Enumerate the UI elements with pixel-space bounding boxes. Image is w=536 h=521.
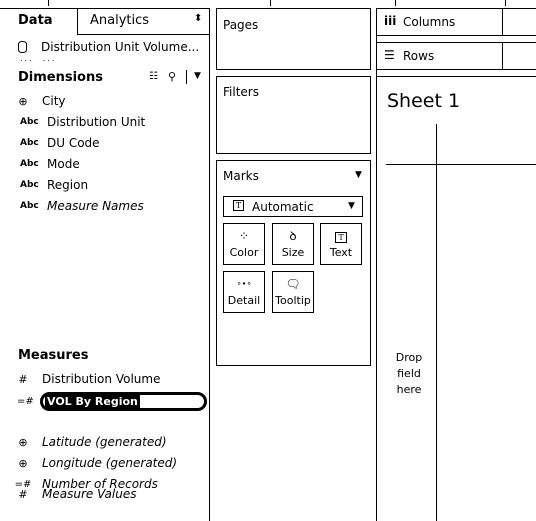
datasource-item[interactable]: Distribution Unit Volume...	[18, 40, 199, 54]
dimension-mode[interactable]: Abc Mode	[0, 154, 208, 174]
text-icon: T	[321, 224, 361, 246]
rename-field-input[interactable]: VOL By Region	[40, 391, 207, 411]
field-label: Measure Values	[42, 487, 137, 501]
divider	[505, 0, 506, 6]
columns-icon: iii	[384, 14, 397, 28]
ellipsis-divider: ... ...	[20, 54, 57, 63]
color-button[interactable]: ⁘ Color	[223, 223, 265, 265]
dimension-du-code[interactable]: Abc DU Code	[0, 133, 208, 153]
pages-card[interactable]: Pages	[216, 8, 371, 70]
filters-card[interactable]: Filters	[216, 76, 371, 154]
divider	[270, 0, 271, 6]
sheet-title[interactable]: Sheet 1	[387, 90, 460, 112]
dimension-measure-names[interactable]: Abc Measure Names	[0, 196, 208, 216]
measure-latitude[interactable]: ⊕ Latitude (generated)	[0, 432, 208, 452]
view-axis-line	[436, 124, 437, 521]
columns-shelf[interactable]: iii Columns	[376, 8, 536, 36]
globe-icon: ⊕	[18, 456, 28, 470]
field-label: Mode	[47, 157, 80, 171]
rows-label: Rows	[403, 49, 435, 63]
dimension-distribution-unit[interactable]: Abc Distribution Unit	[0, 112, 208, 132]
divider	[502, 9, 503, 35]
datasource-name: Distribution Unit Volume...	[41, 40, 200, 54]
string-type-icon: Abc	[20, 138, 39, 148]
field-label: Latitude (generated)	[42, 435, 167, 449]
tooltip-icon: 🗨	[285, 277, 301, 291]
search-icon[interactable]: ⚲	[168, 70, 176, 83]
measure-distribution-volume[interactable]: # Distribution Volume	[0, 369, 208, 389]
field-label: City	[42, 94, 66, 108]
size-button[interactable]: ꝺ Size	[272, 223, 314, 265]
data-pane-border[interactable]	[209, 8, 210, 521]
rows-icon: ☰	[384, 48, 395, 62]
database-icon	[18, 41, 27, 53]
measure-longitude[interactable]: ⊕ Longitude (generated)	[0, 453, 208, 473]
divider	[376, 8, 377, 521]
marks-title: Marks	[223, 169, 259, 183]
view-list-icon[interactable]: ☷	[149, 71, 158, 82]
filters-title: Filters	[223, 85, 259, 99]
tab-analytics[interactable]: Analytics ⬍	[77, 8, 209, 35]
text-label: Text	[329, 246, 353, 259]
measure-measure-values[interactable]: # Measure Values	[0, 484, 208, 504]
calculated-number-icon: =#	[17, 395, 34, 407]
divider	[186, 70, 187, 84]
divider	[48, 0, 49, 6]
divider	[395, 0, 396, 6]
divider	[502, 43, 503, 69]
measures-header: Measures	[18, 348, 89, 363]
sort-arrows-icon: ⬍	[194, 13, 203, 24]
pages-title: Pages	[223, 18, 259, 32]
field-label: DU Code	[47, 136, 100, 150]
globe-icon: ⊕	[18, 94, 28, 108]
tab-analytics-label: Analytics	[90, 13, 150, 28]
color-label: Color	[229, 246, 259, 259]
divider	[376, 76, 536, 77]
detail-button[interactable]: ∘∙∘ Detail	[223, 271, 265, 313]
view-axis-line	[386, 164, 536, 165]
string-type-icon: Abc	[20, 159, 39, 169]
columns-label: Columns	[403, 15, 456, 29]
detail-label: Detail	[227, 294, 261, 307]
detail-icon: ∘∙∘	[236, 279, 252, 288]
dimension-region[interactable]: Abc Region	[0, 175, 208, 195]
string-type-icon: Abc	[20, 180, 39, 190]
field-label-selected: VOL By Region	[45, 394, 140, 408]
size-label: Size	[281, 246, 305, 259]
string-type-icon: Abc	[20, 201, 39, 211]
text-button[interactable]: T Text	[320, 223, 362, 265]
drop-text: here	[396, 383, 422, 396]
field-label: Region	[47, 178, 89, 192]
drop-text: field	[397, 367, 421, 380]
dimension-city[interactable]: ⊕ City	[0, 91, 208, 111]
text-mark-icon: T	[233, 200, 244, 211]
color-icon: ⁘	[238, 229, 250, 243]
tooltip-button[interactable]: 🗨 Tooltip	[272, 271, 314, 313]
dimensions-header: Dimensions	[18, 70, 103, 85]
number-icon: #	[18, 487, 28, 501]
number-icon: #	[18, 372, 28, 386]
rows-shelf[interactable]: ☰ Rows	[376, 42, 536, 70]
drop-field-zone[interactable]: Drop field here	[386, 350, 432, 398]
tooltip-label: Tooltip	[275, 294, 311, 307]
globe-icon: ⊕	[18, 435, 28, 449]
field-label: Longitude (generated)	[42, 456, 178, 470]
chevron-down-icon: ▼	[348, 201, 355, 211]
measure-vol-by-region[interactable]: =# VOL By Region	[0, 391, 208, 411]
marks-menu-arrow-icon[interactable]: ▼	[355, 170, 362, 180]
tab-data[interactable]: Data	[18, 13, 53, 28]
string-type-icon: Abc	[20, 117, 39, 127]
field-label: Distribution Volume	[42, 372, 161, 386]
drop-text: Drop	[395, 351, 423, 364]
dropdown-arrow-icon[interactable]: ▼	[194, 71, 201, 81]
size-icon: ꝺ	[289, 229, 297, 243]
field-label: Distribution Unit	[47, 115, 146, 129]
mark-type-value: Automatic	[252, 200, 314, 214]
mark-type-dropdown[interactable]: T Automatic ▼	[223, 196, 363, 217]
field-label: Measure Names	[47, 199, 144, 213]
